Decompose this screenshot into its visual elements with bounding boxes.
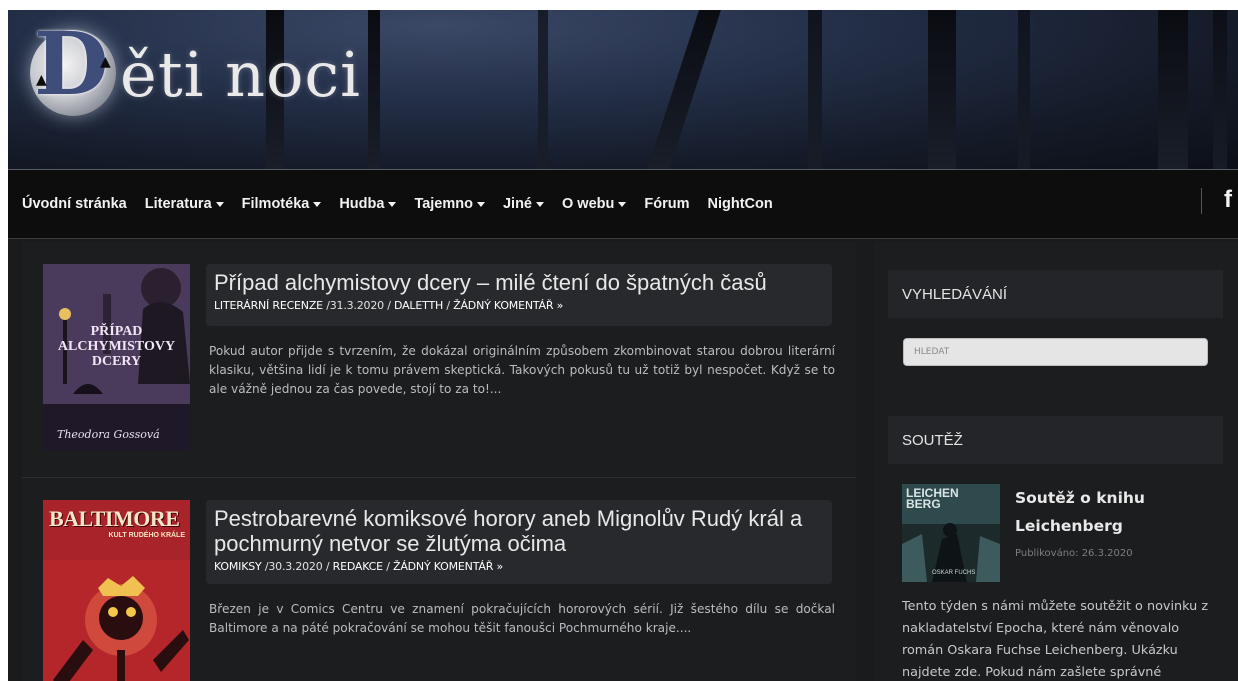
- contest-widget-heading: SOUTĚŽ: [888, 416, 1223, 464]
- nav-separator: [1201, 188, 1202, 214]
- post-card: PŘÍPAD ALCHYMISTOVY DCERY Theodora Gosso…: [22, 242, 856, 477]
- bat-icon: ▲: [100, 54, 111, 70]
- cover-title-line: PŘÍPAD: [90, 324, 143, 339]
- logo-text: ěti noci: [120, 38, 361, 111]
- nav-item-o-webu[interactable]: O webu: [562, 196, 627, 212]
- caret-down-icon: [388, 201, 397, 207]
- post-header: Pestrobarevné komiksové horory aneb Mign…: [206, 500, 832, 584]
- caret-down-icon: [618, 201, 627, 207]
- cover-subtitle: KULT RUDÉHO KRÁLE: [108, 532, 185, 539]
- nav-item-filmoteka[interactable]: Filmotéka: [242, 196, 322, 212]
- nav-label: O webu: [562, 196, 615, 212]
- nav-item-forum[interactable]: Fórum: [644, 196, 689, 212]
- caret-down-icon: [313, 201, 322, 207]
- post-comments[interactable]: ŽÁDNÝ KOMENTÁŘ »: [393, 560, 503, 573]
- post-category[interactable]: LITERÁRNÍ RECENZE: [214, 299, 323, 312]
- contest-date: Publikováno: 26.3.2020: [1015, 548, 1133, 559]
- tree-silhouette: [1158, 10, 1188, 170]
- post-author[interactable]: REDAKCE: [333, 560, 383, 573]
- nav-item-nightcon[interactable]: NightCon: [707, 196, 772, 212]
- nav-label: Tajemno: [414, 196, 473, 212]
- post-card: BALTIMORE KULT RUDÉHO KRÁLE Pestrobarevn…: [22, 478, 856, 681]
- nav-item-tajemno[interactable]: Tajemno: [414, 196, 485, 212]
- main-nav: Úvodní stránka Literatura Filmotéka Hudb…: [8, 170, 1238, 239]
- nav-menu: Úvodní stránka Literatura Filmotéka Hudb…: [22, 196, 791, 212]
- post-date: 31.3.2020: [329, 299, 384, 312]
- site-logo[interactable]: D ▲ ▲ ěti noci: [8, 10, 428, 140]
- nav-label: NightCon: [707, 196, 773, 212]
- post-header: Případ alchymistovy dcery – milé čtení d…: [206, 264, 832, 326]
- tree-silhouette: [928, 10, 956, 170]
- page-frame: D ▲ ▲ ěti noci Úvodní stránka Literatura…: [8, 10, 1238, 681]
- meta-separator: /: [383, 299, 395, 312]
- caret-down-icon: [215, 201, 224, 207]
- tree-silhouette: [538, 10, 548, 170]
- contest-title[interactable]: Soutěž o knihu Leichenberg: [1015, 484, 1215, 540]
- tree-silhouette: [647, 10, 721, 170]
- cover-author: Theodora Gossová: [57, 428, 160, 441]
- cover-title-line: DCERY: [91, 354, 142, 369]
- post-title[interactable]: Případ alchymistovy dcery – milé čtení d…: [214, 270, 824, 295]
- meta-separator: /: [322, 560, 333, 573]
- caret-down-icon: [536, 201, 544, 207]
- tree-silhouette: [808, 10, 822, 170]
- nav-label: Filmotéka: [241, 196, 310, 212]
- search-input[interactable]: [903, 338, 1208, 366]
- cover-author: OSKAR FUCHS: [932, 570, 976, 576]
- bat-icon: ▲: [36, 72, 47, 88]
- nav-label: Úvodní stránka: [22, 196, 127, 212]
- cover-title: PŘÍPAD ALCHYMISTOVY DCERY: [51, 324, 182, 369]
- main-content: PŘÍPAD ALCHYMISTOVY DCERY Theodora Gosso…: [22, 242, 856, 681]
- post-excerpt: Březen je v Comics Centru ve znamení pok…: [209, 602, 835, 635]
- post-meta: KOMIKSY /30.3.2020 / REDAKCE / ŽÁDNÝ KOM…: [214, 560, 824, 573]
- contest-text: Tento týden s námi můžete soutěžit o nov…: [902, 599, 1209, 680]
- meta-separator: /: [386, 560, 393, 573]
- post-thumbnail[interactable]: PŘÍPAD ALCHYMISTOVY DCERY Theodora Gosso…: [43, 264, 190, 451]
- tree-silhouette: [1018, 10, 1030, 170]
- nav-label: Jiné: [502, 196, 532, 212]
- header-banner: D ▲ ▲ ěti noci: [8, 10, 1238, 170]
- nav-item-jine[interactable]: Jiné: [503, 196, 544, 212]
- post-excerpt: Pokud autor přijde s tvrzením, že dokáza…: [209, 344, 835, 396]
- contest-thumbnail[interactable]: LEICHEN BERG OSKAR FUCHS: [902, 484, 1000, 582]
- nav-label: Hudba: [339, 196, 385, 212]
- caret-down-icon: [476, 201, 485, 207]
- cover-title: BALTIMORE: [49, 506, 180, 531]
- search-widget-heading: VYHLEDÁVÁNÍ: [888, 270, 1223, 318]
- post-date: 30.3.2020: [268, 560, 323, 573]
- post-title[interactable]: Pestrobarevné komiksové horory aneb Mign…: [214, 506, 824, 556]
- nav-label: Fórum: [644, 196, 690, 212]
- post-meta: LITERÁRNÍ RECENZE /31.3.2020 / DALETTH /…: [214, 299, 824, 312]
- post-thumbnail[interactable]: BALTIMORE KULT RUDÉHO KRÁLE: [43, 500, 190, 681]
- nav-item-hudba[interactable]: Hudba: [339, 196, 397, 212]
- cover-title-line: ALCHYMISTOVY: [57, 339, 176, 354]
- facebook-icon[interactable]: f: [1224, 186, 1232, 214]
- post-category[interactable]: KOMIKSY: [214, 560, 262, 573]
- nav-label: Literatura: [144, 196, 212, 212]
- cover-title: LEICHEN BERG: [906, 486, 959, 511]
- tree-silhouette: [1213, 10, 1227, 170]
- nav-item-literatura[interactable]: Literatura: [145, 196, 224, 212]
- post-comments[interactable]: ŽÁDNÝ KOMENTÁŘ »: [453, 299, 563, 312]
- nav-item-home[interactable]: Úvodní stránka: [22, 196, 127, 212]
- post-author[interactable]: DALETTH: [394, 299, 443, 312]
- logo-initial: D: [34, 14, 109, 115]
